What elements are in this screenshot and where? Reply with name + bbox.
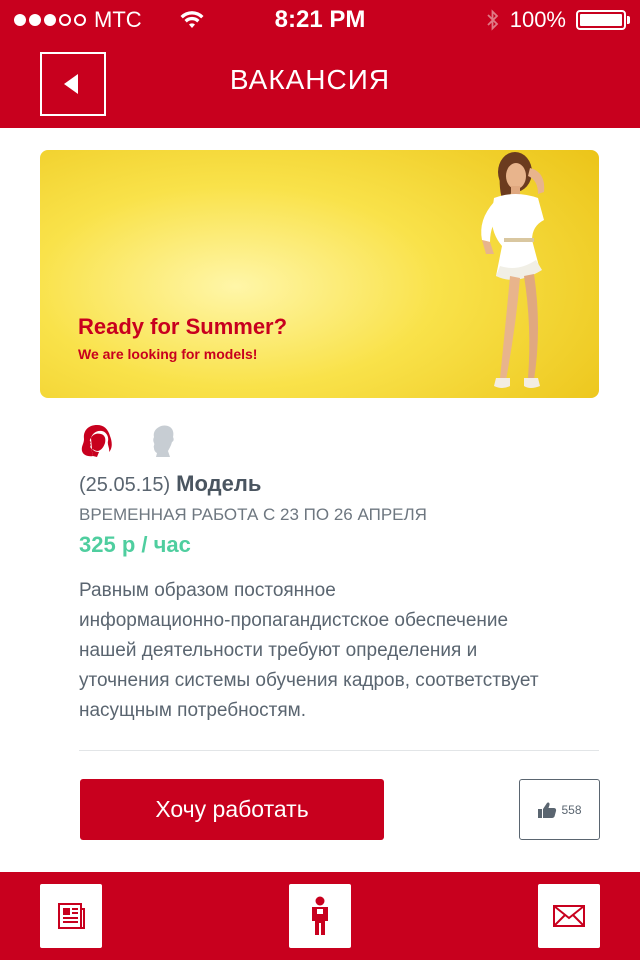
description-line: нашей деятельности требуют определения и	[79, 640, 478, 661]
apply-button[interactable]: Хочу работать	[80, 779, 384, 840]
like-count: 558	[561, 802, 582, 817]
description-line: насущным потребностям.	[79, 700, 307, 721]
vacancy-subtitle: ВРЕМЕННАЯ РАБОТА С 23 ПО 26 АПРЕЛЯ	[79, 505, 427, 524]
tab-messages[interactable]	[538, 884, 600, 948]
like-button[interactable]: 558	[519, 779, 600, 840]
battery-percent: 100%	[509, 7, 566, 32]
vacancy-banner: Ready for Summer? We are looking for mod…	[40, 150, 599, 398]
vacancy-description: Равным образом постоянное информационно-…	[79, 576, 599, 726]
worker-icon	[312, 896, 328, 935]
banner-subline: We are looking for models!	[78, 346, 258, 362]
female-silhouette-icon	[81, 425, 112, 457]
thumbs-up-icon	[538, 802, 557, 818]
apply-button-label: Хочу работать	[155, 796, 309, 822]
status-bar: МТС 8:21 PM 100%	[0, 0, 640, 40]
vacancy-name: Модель	[176, 471, 262, 496]
banner-headline: Ready for Summer?	[78, 314, 288, 339]
description-line: Равным образом постоянное	[79, 580, 336, 601]
battery-icon	[576, 10, 630, 30]
description-line: уточнения системы обучения кадров, соотв…	[79, 670, 539, 691]
tab-bar	[0, 872, 640, 960]
newspaper-icon	[58, 903, 85, 929]
vacancy-title: (25.05.15) Модель	[79, 471, 261, 497]
vacancy-date: (25.05.15)	[79, 474, 171, 496]
tab-news[interactable]	[40, 884, 102, 948]
vacancy-salary: 325 р / час	[79, 532, 191, 557]
male-silhouette-icon	[153, 425, 174, 457]
page-title: ВАКАНСИЯ	[229, 64, 391, 95]
model-photo	[481, 152, 545, 388]
envelope-icon	[553, 905, 585, 927]
header: МТС 8:21 PM 100% ВАКАНСИЯ	[0, 0, 640, 128]
description-line: информационно-пропагандистское обеспечен…	[79, 610, 509, 631]
tab-vacancies[interactable]	[289, 884, 351, 948]
bluetooth-icon	[487, 9, 498, 31]
divider	[79, 750, 599, 751]
